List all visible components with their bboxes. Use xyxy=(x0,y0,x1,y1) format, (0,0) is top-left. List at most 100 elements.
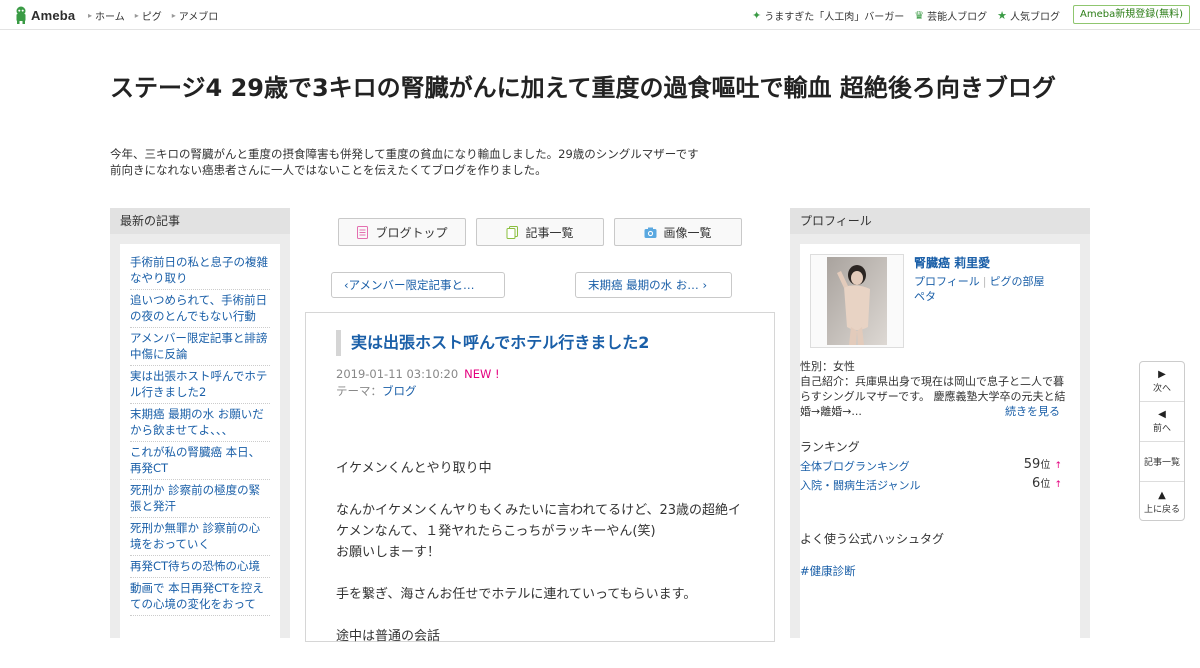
article-list-side-button[interactable]: 記事一覧 xyxy=(1140,442,1184,482)
profile-box: 腎臓癌 莉里愛 プロフィール | ピグの部屋 ペタ 性別：女性 自己紹介：兵庫県出身… xyxy=(800,244,1080,644)
profile-avatar[interactable] xyxy=(810,254,904,348)
prev-article-link[interactable]: ‹アメンバー限定記事と… xyxy=(331,272,505,298)
triangle-up-icon: ▲ xyxy=(1158,489,1166,501)
ranking-number: 59 xyxy=(1023,457,1041,472)
recent-article-item[interactable]: 追いつめられて、手術前日の夜のとんでもない行動 xyxy=(130,290,270,328)
article-title[interactable]: 実は出張ホスト呼んでホテル行きました2 xyxy=(336,330,649,356)
back-to-top-label: 上に戻る xyxy=(1143,504,1180,515)
blog-description-line-2: 前向きになれない癌患者さんに一人ではないことを伝えたくてブログを作りました。 xyxy=(110,163,547,177)
blog-top-label: ブログトップ xyxy=(375,225,448,240)
article-entry: 実は出張ホスト呼んでホテル行きました2 2019-01-11 03:10:20 N… xyxy=(305,312,775,644)
peta-link[interactable]: ペタ xyxy=(914,290,936,303)
theme-prefix: テーマ： xyxy=(336,384,382,398)
article-date: 2019-01-11 03:10:20 NEW ! xyxy=(336,367,500,381)
ranking-row-genre[interactable]: 入院・闘病生活ジャンル 6位 ↑ xyxy=(800,475,1062,493)
back-to-top-button[interactable]: ▲ 上に戻る xyxy=(1140,482,1184,522)
global-header: Ameba ▸ ホーム ▸ ピグ ▸ アメブロ ✦ うますぎた「人工肉」バーガー ♛ 芸能… xyxy=(0,0,1200,30)
profile-heading: プロフィール xyxy=(790,208,1090,234)
caret-right-icon: ▸ xyxy=(88,11,93,20)
popular-blog-link[interactable]: ★ 人気ブログ xyxy=(997,8,1060,23)
recent-article-item[interactable]: これが私の腎臓癌 本日、再発CT xyxy=(130,442,270,480)
profile-panel: プロフィール 腎臓癌 莉里愛 プロフィール | ピグの部屋 ペタ 性別：女性 自己紹… xyxy=(790,208,1090,644)
nav-home-link[interactable]: ▸ ホーム xyxy=(88,8,125,23)
article-list-side-label: 記事一覧 xyxy=(1143,458,1180,468)
recent-article-item[interactable]: 手術前日の私と息子の複雑なやり取り xyxy=(130,252,270,290)
caret-right-icon: ▸ xyxy=(134,11,139,20)
pig-room-link[interactable]: ピグの部屋 xyxy=(990,275,1045,288)
recent-article-item[interactable]: 死刑か無罪か 診察前の心境をおっていく xyxy=(130,518,270,556)
ranking-heading: ランキング xyxy=(800,440,860,454)
article-body: イケメンくんとやり取り中 なんかイケメンくんヤりもくみたいに言われてるけど、23… xyxy=(336,458,751,668)
blog-title[interactable]: ステージ4 29歳で3キロの腎臓がんに加えて重度の過食嘔吐で輸血 超絶後ろ向きブ… xyxy=(110,72,1090,105)
ranking-label: 全体ブログランキング xyxy=(800,460,910,473)
article-list-button[interactable]: 記事一覧 xyxy=(476,218,604,246)
hashtag-link[interactable]: #健康診断 xyxy=(800,563,856,579)
ranking-value: 59位 ↑ xyxy=(1024,456,1062,472)
ameba-logo[interactable]: Ameba xyxy=(14,6,75,24)
next-article-link[interactable]: 末期癌 最期の水 お… › xyxy=(575,272,732,298)
recent-article-item[interactable]: 再発CT待ちの恐怖の心境 xyxy=(130,556,270,578)
image-list-label: 画像一覧 xyxy=(663,225,712,240)
sparkle-icon: ✦ xyxy=(752,9,762,22)
promo-burger-link[interactable]: ✦ うますぎた「人工肉」バーガー xyxy=(752,8,904,23)
article-theme: テーマ：ブログ xyxy=(336,383,417,399)
floating-side-nav: ▶ 次へ ◀ 前へ 記事一覧 ▲ 上に戻る xyxy=(1139,361,1185,521)
nav-pig-label: ピグ xyxy=(141,12,162,23)
document-icon xyxy=(356,225,369,239)
next-article-label: 末期癌 最期の水 お… xyxy=(588,278,699,292)
article-paragraph: なんかイケメンくんヤりもくみたいに言われてるけど、23歳の超絶イケメンなんて、１… xyxy=(336,503,741,560)
popular-blog-label: 人気ブログ xyxy=(1010,12,1060,23)
nav-ameblo-label: アメブロ xyxy=(178,12,219,23)
link-separator: | xyxy=(982,275,987,288)
next-button[interactable]: ▶ 次へ xyxy=(1140,362,1184,402)
blog-top-button[interactable]: ブログトップ xyxy=(338,218,466,246)
play-right-icon: ▶ xyxy=(1158,369,1166,380)
nav-home-label: ホーム xyxy=(95,12,125,23)
recent-article-item[interactable]: 実は出張ホスト呼んでホテル行きました2 xyxy=(130,366,270,404)
recent-article-item[interactable]: 動画で 本日再発CTを控えての心境の変化をおって xyxy=(130,578,270,616)
profile-name[interactable]: 腎臓癌 莉里愛 xyxy=(914,254,990,271)
recent-articles-panel: 最新の記事 手術前日の私と息子の複雑なやり取り 追いつめられて、手術前日の夜のと… xyxy=(110,208,290,644)
hashtag-heading: よく使う公式ハッシュタグ xyxy=(800,532,945,546)
crown-icon: ♛ xyxy=(914,9,925,22)
new-badge: NEW ! xyxy=(464,367,500,381)
ranking-unit: 位 xyxy=(1040,479,1051,490)
caret-right-icon: ▸ xyxy=(171,11,176,20)
rank-up-arrow-icon: ↑ xyxy=(1054,480,1062,490)
prev-article-label: アメンバー限定記事と… xyxy=(348,278,475,292)
recent-articles-list: 手術前日の私と息子の複雑なやり取り 追いつめられて、手術前日の夜のとんでもない行… xyxy=(120,244,280,644)
nav-ameblo-link[interactable]: ▸ アメブロ xyxy=(172,8,219,23)
promo-burger-label: うますぎた「人工肉」バーガー xyxy=(764,12,905,23)
global-nav: ▸ ホーム ▸ ピグ ▸ アメブロ xyxy=(88,8,218,23)
recent-article-item[interactable]: 死刑か 診察前の極度の緊張と発汗 xyxy=(130,480,270,518)
article-list-label: 記事一覧 xyxy=(525,225,574,240)
rank-up-arrow-icon: ↑ xyxy=(1054,461,1062,471)
celebrity-blog-label: 芸能人ブログ xyxy=(927,12,988,23)
prev-label: 前へ xyxy=(1152,424,1171,434)
ranking-row-overall[interactable]: 全体ブログランキング 59位 ↑ xyxy=(800,456,1062,474)
next-label: 次へ xyxy=(1152,384,1171,394)
star-icon: ★ xyxy=(997,9,1007,22)
recent-article-item[interactable]: 末期癌 最期の水 お願いだから飲ませてよ、、、 xyxy=(130,404,270,442)
read-more-link[interactable]: 続きを見る xyxy=(1005,403,1060,419)
article-datetime: 2019-01-11 03:10:20 xyxy=(336,367,459,381)
recent-articles-heading: 最新の記事 xyxy=(110,208,290,234)
signup-button[interactable]: Ameba新規登録(無料) xyxy=(1072,5,1190,24)
ameba-logo-icon xyxy=(14,6,28,24)
theme-link[interactable]: ブログ xyxy=(382,384,417,398)
blog-description: 今年、三キロの腎臓がんと重度の摂食障害も併発して重度の貧血になり輸血しました。2… xyxy=(110,146,750,178)
nav-pig-link[interactable]: ▸ ピグ xyxy=(135,8,162,23)
profile-gender: 性別：女性 xyxy=(800,360,855,373)
celebrity-blog-link[interactable]: ♛ 芸能人ブログ xyxy=(914,8,987,23)
ranking-label: 入院・闘病生活ジャンル xyxy=(800,479,921,492)
blog-description-line-1: 今年、三キロの腎臓がんと重度の摂食障害も併発して重度の貧血になり輸血しました。2… xyxy=(110,147,699,161)
copy-icon xyxy=(506,225,519,239)
profile-link[interactable]: プロフィール xyxy=(914,275,980,288)
header-promo-nav: ✦ うますぎた「人工肉」バーガー ♛ 芸能人ブログ ★ 人気ブログ xyxy=(752,8,1060,23)
recent-article-item[interactable]: アメンバー限定記事と誹謗中傷に反論 xyxy=(130,328,270,366)
image-list-button[interactable]: 画像一覧 xyxy=(614,218,742,246)
prev-button[interactable]: ◀ 前へ xyxy=(1140,402,1184,442)
ranking-value: 6位 ↑ xyxy=(1032,475,1062,491)
ameba-logo-text: Ameba xyxy=(31,7,76,23)
article-paragraph: 途中は普通の会話 xyxy=(336,629,441,644)
